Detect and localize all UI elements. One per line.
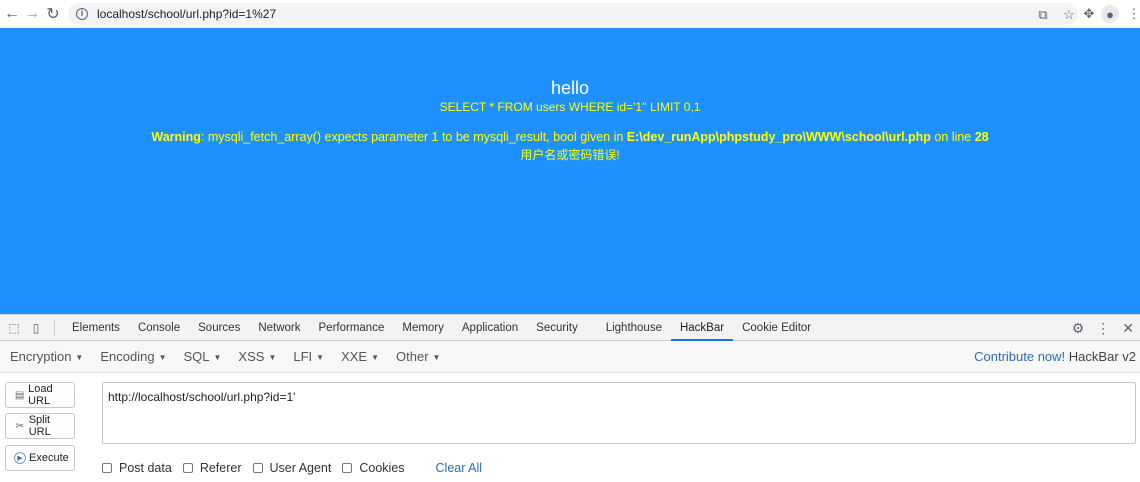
split-url-button[interactable]: ✂ Split URL <box>5 413 75 439</box>
tab-elements[interactable]: Elements <box>63 315 129 341</box>
sql-query-text: SELECT * FROM users WHERE id='1'' LIMIT … <box>439 100 701 114</box>
checkbox[interactable] <box>252 463 263 473</box>
back-icon[interactable]: ← <box>1 3 23 25</box>
checkbox[interactable] <box>182 463 193 473</box>
hackbar-menu: Encryption ▼ Encoding ▼ SQL ▼ XSS ▼ LFI ▼ XXE… <box>0 341 1140 373</box>
tab-cookie-editor[interactable]: Cookie Editor <box>733 315 820 341</box>
load-url-button[interactable]: ▤ Load URL <box>5 382 75 408</box>
tab-network[interactable]: Network <box>249 315 309 341</box>
contribute-link[interactable]: Contribute now! <box>974 349 1065 364</box>
divider <box>54 319 55 336</box>
menu-xxe[interactable]: XXE ▼ <box>341 349 379 364</box>
tab-security[interactable]: Security <box>527 315 587 341</box>
option-cookies[interactable]: Cookies <box>342 461 405 475</box>
tab-console[interactable]: Console <box>129 315 189 341</box>
url-textarea[interactable]: http://localhost/school/url.php?id=1' <box>102 382 1136 444</box>
address-bar[interactable]: i localhost/school/url.php?id=1%27 ⧉ ☆ <box>68 3 1078 25</box>
menu-xss[interactable]: XSS ▼ <box>238 349 276 364</box>
option-post-data[interactable]: Post data <box>102 461 172 475</box>
option-user-agent[interactable]: User Agent <box>252 461 331 475</box>
warning-path: E:\dev_runApp\phpstudy_pro\WWW\school\ur… <box>626 130 931 144</box>
profile-icon[interactable]: ● <box>1101 5 1119 23</box>
hackbar-version: HackBar v2 <box>1068 349 1136 364</box>
chevron-down-icon: ▼ <box>75 353 84 363</box>
tab-application[interactable]: Application <box>453 315 527 341</box>
menu-other[interactable]: Other ▼ <box>396 349 440 364</box>
scissors-icon: ✂ <box>15 420 25 432</box>
tab-performance[interactable]: Performance <box>310 315 394 341</box>
php-warning: Warning: mysqli_fetch_array() expects pa… <box>0 130 1140 144</box>
menu-sql[interactable]: SQL ▼ <box>183 349 221 364</box>
warning-label: Warning <box>151 130 201 144</box>
warning-line: 28 <box>974 130 989 144</box>
tab-lighthouse[interactable]: Lighthouse <box>597 315 671 341</box>
tab-memory[interactable]: Memory <box>393 315 453 341</box>
site-info-icon[interactable]: i <box>76 8 88 20</box>
chevron-down-icon: ▼ <box>316 353 325 363</box>
chevron-down-icon: ▼ <box>213 353 222 363</box>
reload-icon[interactable]: ↻ <box>42 3 64 25</box>
address-url[interactable]: localhost/school/url.php?id=1%27 <box>97 7 276 21</box>
chevron-down-icon: ▼ <box>268 353 277 363</box>
extensions-icon[interactable]: ✥ <box>1080 5 1098 23</box>
devtools-panel: ⬚ ▯ Elements Console Sources Network Per… <box>0 314 1140 481</box>
device-toolbar-icon[interactable]: ▯ <box>28 320 44 336</box>
settings-gear-icon[interactable]: ⚙ <box>1072 320 1085 337</box>
menu-icon[interactable]: ⋮ <box>1125 5 1140 23</box>
more-options-icon[interactable]: ⋮ <box>1096 320 1110 337</box>
play-icon: ▶ <box>14 452 26 464</box>
clear-all-link[interactable]: Clear All <box>436 461 483 475</box>
chevron-down-icon: ▼ <box>158 353 167 363</box>
close-devtools-icon[interactable]: ✕ <box>1122 320 1134 337</box>
hackbar-options: Post data Referer User Agent Cookies Cle… <box>102 461 482 475</box>
menu-encoding[interactable]: Encoding ▼ <box>100 349 166 364</box>
option-referer[interactable]: Referer <box>182 461 242 475</box>
checkbox[interactable] <box>342 463 353 473</box>
devtools-tab-bar: ⬚ ▯ Elements Console Sources Network Per… <box>0 315 1140 341</box>
execute-button[interactable]: ▶ Execute <box>5 445 75 471</box>
tab-hackbar[interactable]: HackBar <box>670 315 734 341</box>
browser-toolbar: ← → ↻ i localhost/school/url.php?id=1%27… <box>0 0 1140 28</box>
hello-heading: hello <box>550 78 590 98</box>
warning-text-2: on line <box>930 130 975 144</box>
page-viewport: hello SELECT * FROM users WHERE id='1'' … <box>0 28 1140 314</box>
login-error-message: 用户名或密码错误! <box>520 148 620 162</box>
menu-encryption[interactable]: Encryption ▼ <box>10 349 83 364</box>
forward-icon[interactable]: → <box>21 3 43 25</box>
inspect-element-icon[interactable]: ⬚ <box>6 320 22 336</box>
tab-sources[interactable]: Sources <box>189 315 249 341</box>
menu-lfi[interactable]: LFI ▼ <box>293 349 324 364</box>
chevron-down-icon: ▼ <box>371 353 380 363</box>
hackbar-body: ▤ Load URL ✂ Split URL ▶ Execute http://… <box>0 375 1140 482</box>
contribute-area: Contribute now! HackBar v2 <box>974 349 1136 364</box>
checkbox[interactable] <box>102 463 112 473</box>
warning-text-1: : mysqli_fetch_array() expects parameter… <box>200 130 627 144</box>
star-icon[interactable]: ☆ <box>1060 6 1078 24</box>
load-icon: ▤ <box>14 389 25 401</box>
chevron-down-icon: ▼ <box>432 353 441 363</box>
translate-icon[interactable]: ⧉ <box>1034 6 1052 24</box>
